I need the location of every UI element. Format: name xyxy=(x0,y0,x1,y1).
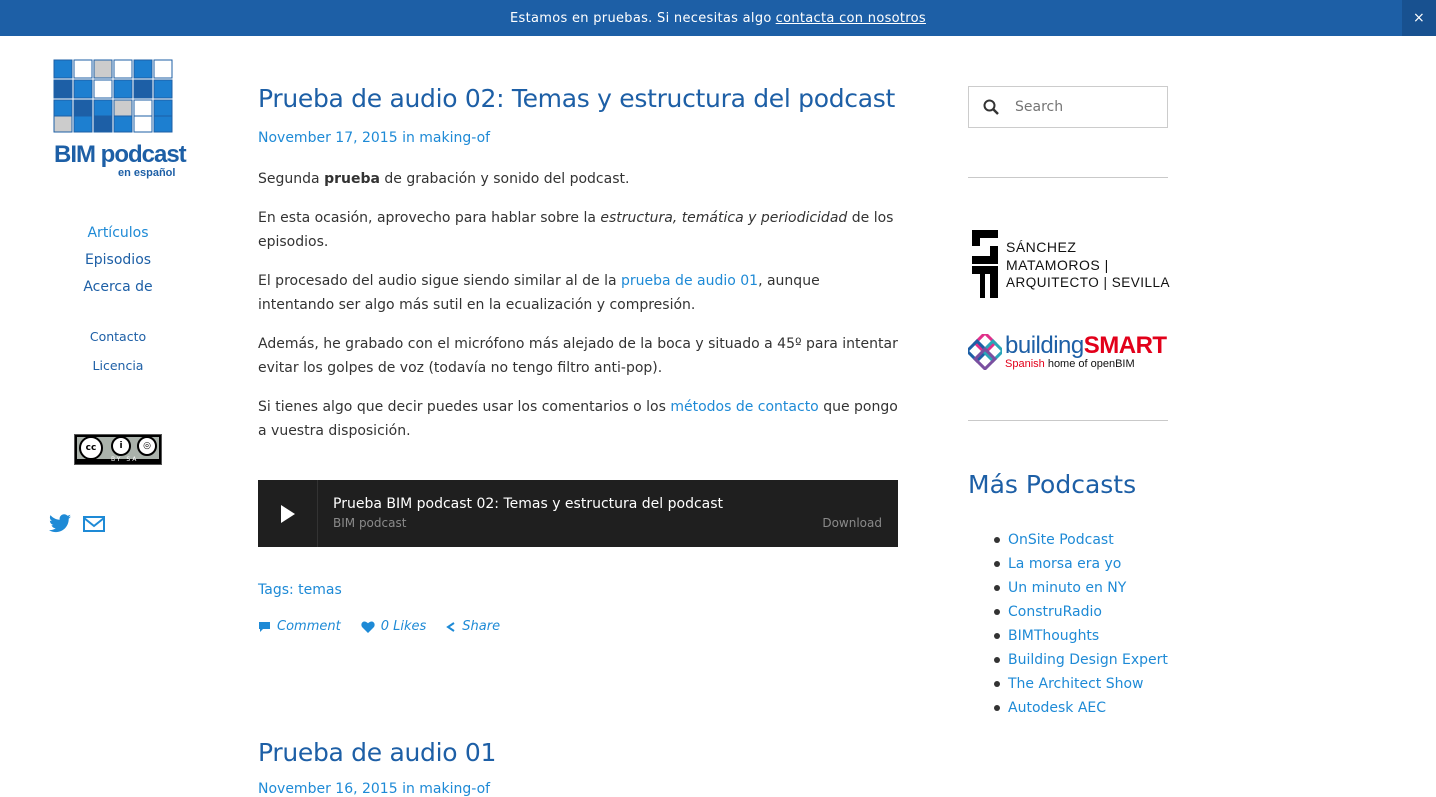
list-item: Un minuto en NY xyxy=(988,576,1168,600)
logo-subtitle: en español xyxy=(118,167,176,179)
post-category[interactable]: making-of xyxy=(419,130,490,146)
tags-label: Tags: xyxy=(258,582,294,598)
nav-item-episodios[interactable]: Episodios xyxy=(0,247,236,274)
comment-button[interactable]: Comment xyxy=(258,619,341,634)
sponsor-buildingsmart[interactable]: buildingSMART Spanish home of openBIM xyxy=(964,330,1168,374)
heart-icon xyxy=(361,620,375,633)
post-date[interactable]: November 17, 2015 xyxy=(258,130,398,146)
sponsor-sanchez-matamoros[interactable]: SÁNCHEZ MATAMOROS | ARQUITECTO | SEVILLA xyxy=(968,228,1171,300)
search-icon xyxy=(969,99,1013,115)
post-meta-in: in xyxy=(402,130,415,146)
player-author: BIM podcast xyxy=(333,516,407,530)
secondary-nav: Contacto Licencia xyxy=(0,322,236,380)
post-date-2[interactable]: November 16, 2015 xyxy=(258,781,398,797)
twitter-icon[interactable] xyxy=(48,514,72,538)
like-button[interactable]: 0 Likes xyxy=(361,619,426,634)
download-link[interactable]: Download xyxy=(822,516,882,530)
paragraph: Segunda prueba de grabación y sonido del… xyxy=(258,171,630,187)
sm-logo-icon xyxy=(972,230,998,298)
list-item: ConstruRadio xyxy=(988,600,1168,624)
sponsor1-text: SÁNCHEZ MATAMOROS | ARQUITECTO | SEVILLA xyxy=(1006,239,1171,290)
cube-logo-icon xyxy=(53,59,173,133)
paragraph: Además, he grabado con el micrófono más … xyxy=(258,336,898,376)
podcast-link[interactable]: BIMThoughts xyxy=(1008,628,1099,644)
notice-bar: Estamos en pruebas. Si necesitas algo co… xyxy=(0,0,1436,36)
site-logo[interactable] xyxy=(52,58,184,136)
more-podcasts-title: Más Podcasts xyxy=(968,470,1137,499)
share-icon xyxy=(446,621,455,632)
paragraph: Si tienes algo que decir puedes usar los… xyxy=(258,399,898,439)
list-item: BIMThoughts xyxy=(988,624,1168,648)
post-meta-2: November 16, 2015 in making-of xyxy=(258,781,491,797)
audio-01-link[interactable]: prueba de audio 01 xyxy=(621,273,758,289)
list-item: Building Design Expert xyxy=(988,648,1168,672)
list-item: Autodesk AEC xyxy=(988,696,1168,720)
share-button[interactable]: Share xyxy=(446,619,500,634)
podcast-link[interactable]: OnSite Podcast xyxy=(1008,532,1114,548)
podcast-link[interactable]: Autodesk AEC xyxy=(1008,700,1106,716)
tags: Tags: temas xyxy=(258,582,342,598)
audio-player: Prueba BIM podcast 02: Temas y estructur… xyxy=(258,480,898,547)
nav-item-licencia[interactable]: Licencia xyxy=(0,351,236,380)
by-icon: i xyxy=(111,436,131,456)
search-input[interactable] xyxy=(1013,98,1157,116)
buildingsmart-logo-icon xyxy=(964,330,1006,372)
post-actions: Comment 0 Likes Share xyxy=(258,619,500,634)
post-meta: November 17, 2015 in making-of xyxy=(258,130,490,146)
play-icon xyxy=(280,504,295,523)
more-podcasts-list: OnSite Podcast La morsa era yo Un minuto… xyxy=(988,528,1168,720)
post-category-2[interactable]: making-of xyxy=(419,781,490,797)
notice-text: Estamos en pruebas. Si necesitas algo xyxy=(510,10,772,26)
close-notice-button[interactable]: × xyxy=(1402,0,1436,36)
nav-item-articulos[interactable]: Artículos xyxy=(0,220,236,247)
podcast-link[interactable]: Un minuto en NY xyxy=(1008,580,1126,596)
main-nav: Artículos Episodios Acerca de xyxy=(0,220,236,301)
podcast-link[interactable]: La morsa era yo xyxy=(1008,556,1121,572)
nav-item-contacto[interactable]: Contacto xyxy=(0,322,236,351)
buildingsmart-sub: Spanish home of openBIM xyxy=(1005,358,1135,370)
list-item: The Architect Show xyxy=(988,672,1168,696)
podcast-link[interactable]: ConstruRadio xyxy=(1008,604,1102,620)
search-box xyxy=(968,86,1168,128)
contact-methods-link[interactable]: métodos de contacto xyxy=(670,399,818,415)
play-button[interactable] xyxy=(258,480,318,547)
logo-title: BIM podcast xyxy=(54,141,187,168)
cc-license-badge[interactable]: cc i ◎ BY SA xyxy=(74,434,162,465)
podcast-link[interactable]: The Architect Show xyxy=(1008,676,1144,692)
sa-icon: ◎ xyxy=(137,436,157,456)
paragraph: El procesado del audio sigue siendo simi… xyxy=(258,273,820,313)
tag-link[interactable]: temas xyxy=(298,582,342,598)
buildingsmart-name: buildingSMART xyxy=(1005,332,1167,359)
divider xyxy=(968,177,1168,178)
list-item: OnSite Podcast xyxy=(988,528,1168,552)
comment-icon xyxy=(259,621,270,632)
player-track-title: Prueba BIM podcast 02: Temas y estructur… xyxy=(333,496,724,512)
podcast-link[interactable]: Building Design Expert xyxy=(1008,652,1168,668)
divider xyxy=(968,420,1168,421)
contact-link[interactable]: contacta con nosotros xyxy=(776,11,926,26)
cc-badge-text: BY SA xyxy=(111,456,139,463)
post-title[interactable]: Prueba de audio 02: Temas y estructura d… xyxy=(258,84,895,113)
paragraph: En esta ocasión, aprovecho para hablar s… xyxy=(258,210,894,250)
post-title-2[interactable]: Prueba de audio 01 xyxy=(258,738,496,767)
nav-item-acerca-de[interactable]: Acerca de xyxy=(0,274,236,301)
cc-icon: cc xyxy=(79,436,103,460)
email-icon[interactable] xyxy=(82,514,106,538)
social-links xyxy=(48,514,106,538)
list-item: La morsa era yo xyxy=(988,552,1168,576)
